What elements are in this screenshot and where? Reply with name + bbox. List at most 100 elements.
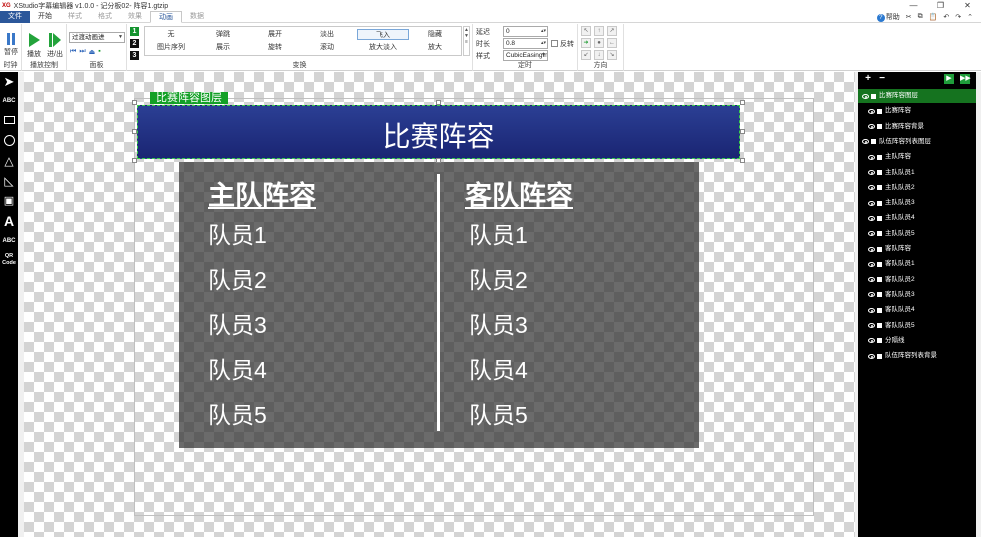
lock-icon[interactable] (877, 261, 882, 267)
triangle-tool-icon[interactable]: △ (1, 153, 17, 169)
delay-spinner[interactable]: 0 ▴▾ (503, 26, 548, 37)
layer-item[interactable]: 主队队员2 (858, 181, 976, 195)
eye-icon[interactable] (868, 215, 875, 221)
transform-option[interactable]: 展开 (249, 29, 301, 40)
layer-item[interactable]: 主队阵容 (858, 150, 976, 164)
layer-item[interactable]: 队伍阵容列表背景 (858, 349, 976, 363)
pointer-icon[interactable]: ➤ (1, 74, 17, 90)
eye-icon[interactable] (868, 185, 875, 191)
resize-handle[interactable] (740, 129, 745, 134)
eye-icon[interactable] (868, 307, 875, 313)
transform-option[interactable]: 隐藏 (409, 29, 461, 40)
ellipse-tool-icon[interactable] (1, 133, 17, 149)
eye-icon[interactable] (868, 292, 875, 298)
lock-icon[interactable] (877, 246, 882, 252)
eye-icon[interactable] (868, 154, 875, 160)
eye-icon[interactable] (868, 170, 875, 175)
minus-icon[interactable]: − (877, 74, 887, 84)
resize-handle[interactable] (132, 129, 137, 134)
layer-item[interactable]: 比赛阵容图层 (858, 89, 976, 103)
tab-file[interactable]: 文件 (0, 10, 30, 23)
resize-handle[interactable] (436, 158, 441, 163)
transition-dropdown[interactable]: 过渡动画进 ▼ (69, 32, 125, 43)
qr-code-tool-icon[interactable]: QR Code (1, 253, 17, 269)
transform-option[interactable]: 无 (145, 29, 197, 40)
lock-icon[interactable] (871, 93, 876, 99)
transform-slot-1[interactable]: 1 (130, 27, 139, 36)
transform-option-selected[interactable]: 飞入 (357, 29, 409, 40)
direction-left-icon[interactable]: ← (607, 38, 617, 48)
tab-style[interactable]: 样式 (60, 11, 90, 23)
team-divider-line[interactable] (437, 174, 440, 431)
transform-option[interactable]: 放大淡入 (357, 42, 409, 53)
collapse-ribbon-icon[interactable]: ⌃ (967, 13, 973, 21)
direction-down-right-icon[interactable]: ↘ (607, 50, 617, 60)
direction-center-icon[interactable]: ● (594, 38, 604, 48)
lock-icon[interactable] (877, 108, 882, 114)
eye-icon[interactable] (868, 338, 875, 344)
tab-format[interactable]: 格式 (90, 11, 120, 23)
lock-icon[interactable] (877, 307, 882, 313)
direction-down-icon[interactable]: ↓ (594, 50, 604, 60)
layer-item[interactable]: 主队队员4 (858, 211, 976, 225)
direction-down-left-icon[interactable]: ↙ (581, 50, 591, 60)
transform-option[interactable]: 弹跳 (197, 29, 249, 40)
lock-icon[interactable] (877, 231, 882, 237)
lock-icon[interactable] (877, 338, 882, 344)
lock-icon[interactable] (877, 215, 882, 221)
layer-item[interactable]: 比赛阵容背景 (858, 120, 976, 134)
resize-handle[interactable] (740, 158, 745, 163)
resize-handle[interactable] (132, 158, 137, 163)
step-in-out-button[interactable]: 进/出 (45, 33, 65, 59)
rectangle-tool-icon[interactable] (1, 113, 17, 129)
lock-icon[interactable] (877, 124, 882, 130)
stop-icon[interactable]: ▪ (98, 48, 100, 56)
layer-item[interactable]: 主队队员1 (858, 166, 976, 180)
cut-icon[interactable]: ✂ (906, 13, 912, 21)
resize-handle[interactable] (740, 100, 745, 105)
away-player[interactable]: 队员1 (469, 216, 528, 250)
maximize-icon[interactable]: ❐ (927, 1, 954, 10)
direction-up-icon[interactable]: ↑ (594, 26, 604, 36)
skip-start-icon[interactable]: ⏮ (70, 48, 76, 56)
font-tool-icon[interactable]: A (1, 213, 17, 229)
duration-spinner[interactable]: 0.8 ▴▾ (503, 38, 548, 49)
minimize-icon[interactable]: — (900, 1, 927, 10)
tab-start[interactable]: 开始 (30, 11, 60, 23)
layer-item[interactable]: 主队队员3 (858, 196, 976, 210)
resize-handle[interactable] (436, 100, 441, 105)
transform-slot-3[interactable]: 3 (130, 51, 139, 60)
play-icon[interactable]: ▶ (944, 74, 954, 84)
eye-icon[interactable] (868, 261, 875, 267)
tab-effect[interactable]: 效果 (120, 11, 150, 23)
eye-icon[interactable] (868, 323, 875, 328)
transform-option[interactable]: 图片序列 (145, 42, 197, 53)
direction-up-left-icon[interactable]: ↖ (581, 26, 591, 36)
layer-item[interactable]: 队伍阵容列表图层 (858, 135, 976, 149)
lock-icon[interactable] (877, 292, 882, 298)
text-width-tool-icon[interactable]: ABC (1, 233, 17, 249)
eye-icon[interactable] (868, 353, 875, 359)
pause-button[interactable]: 暂停 (3, 33, 19, 57)
layer-item[interactable]: 客队队员5 (858, 319, 976, 333)
away-player[interactable]: 队员4 (469, 351, 528, 385)
eye-icon[interactable] (862, 93, 869, 99)
help-button[interactable]: ? 帮助 (876, 12, 900, 22)
close-icon[interactable]: ✕ (954, 1, 981, 10)
direction-right-icon[interactable]: ➜ (581, 38, 591, 48)
play-button[interactable]: 播放 (26, 33, 42, 59)
step-play-icon[interactable]: ▶▶ (960, 74, 971, 84)
image-tool-icon[interactable]: ▣ (1, 193, 17, 209)
lock-icon[interactable] (877, 323, 882, 328)
eye-icon[interactable] (868, 231, 875, 237)
away-player[interactable]: 队员3 (469, 306, 528, 340)
transform-option[interactable]: 展示 (197, 42, 249, 53)
paste-icon[interactable]: 📋 (929, 13, 938, 21)
lock-icon[interactable] (871, 139, 876, 145)
eye-icon[interactable] (868, 200, 875, 206)
eject-icon[interactable]: ⏏ (89, 48, 96, 56)
transform-option[interactable]: 滚动 (301, 42, 353, 53)
transform-slot-2[interactable]: 2 (130, 39, 139, 48)
away-team-title[interactable]: 客队阵容 (465, 174, 573, 213)
eye-icon[interactable] (868, 277, 875, 283)
